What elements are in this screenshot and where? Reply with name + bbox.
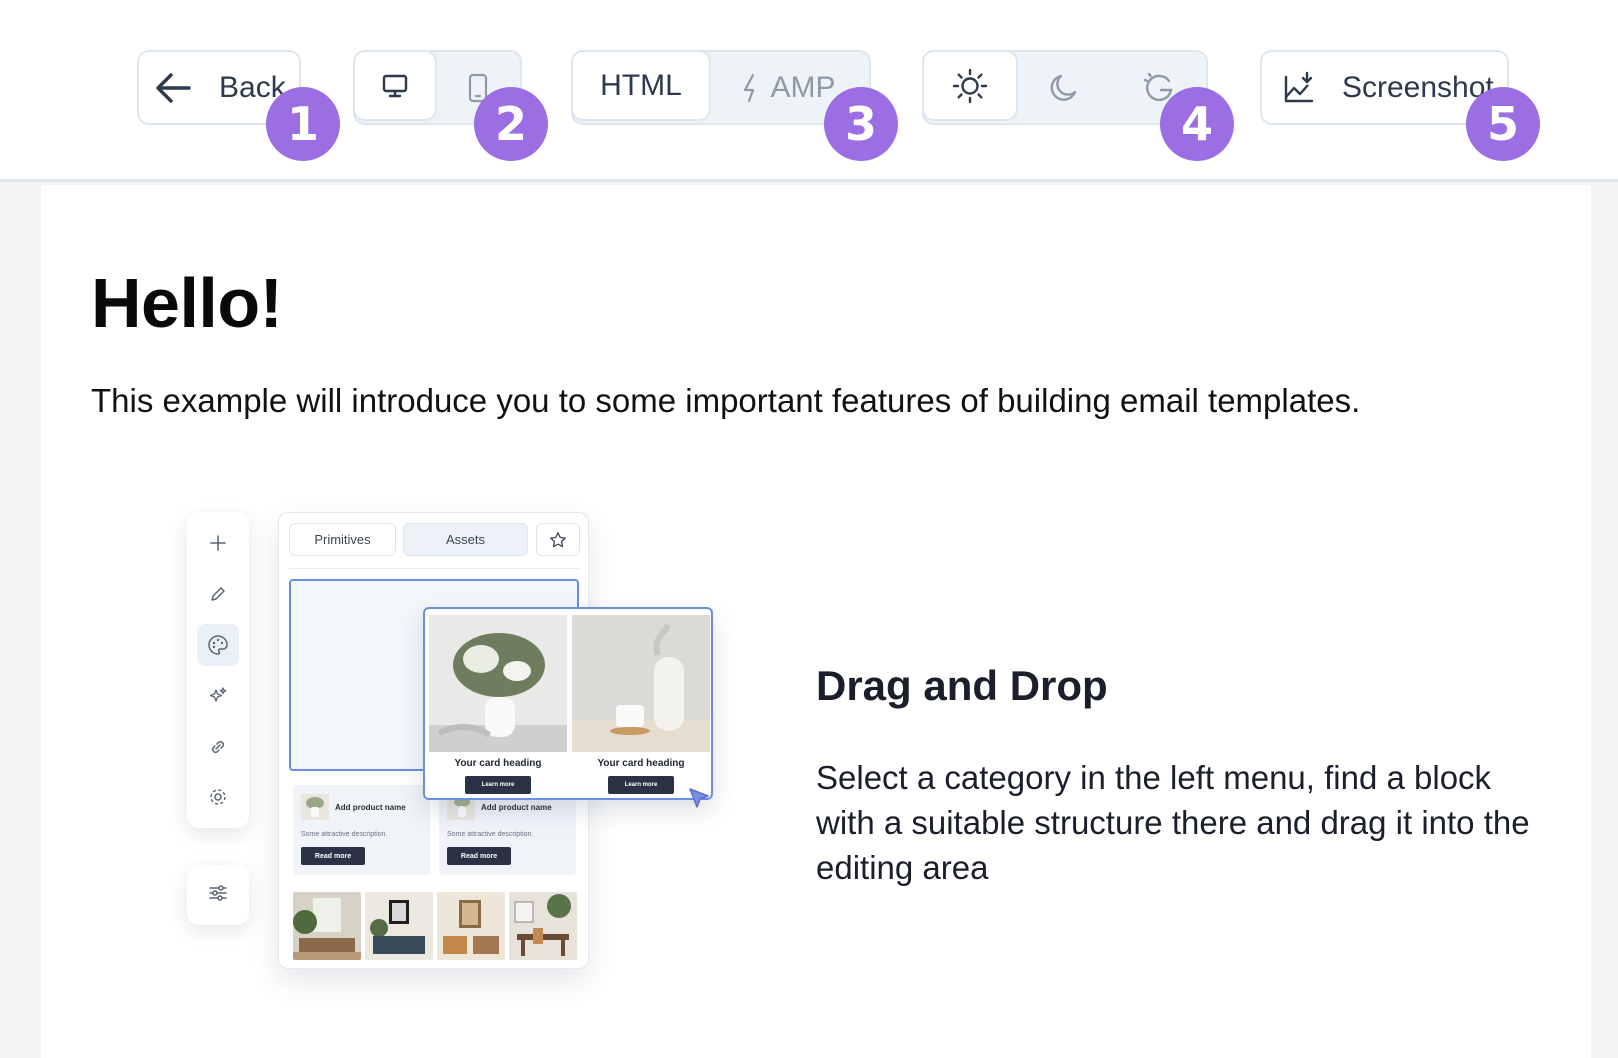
card-image xyxy=(572,615,710,752)
page-title: Hello! xyxy=(91,264,283,342)
callout-badge-4: 4 xyxy=(1160,87,1234,161)
plus-icon xyxy=(197,522,239,564)
product-description: Some attractive description. xyxy=(447,831,534,838)
screenshot-label: Screenshot xyxy=(1342,70,1494,104)
panel-divider xyxy=(289,568,579,569)
card-heading: Your card heading xyxy=(597,758,685,769)
cursor-icon xyxy=(687,786,713,817)
lightning-icon xyxy=(742,73,760,103)
read-more-button: Read more xyxy=(301,847,365,865)
product-description: Some attractive description. xyxy=(301,831,388,838)
tab-assets: Assets xyxy=(403,523,528,556)
dark-theme-button[interactable] xyxy=(1016,52,1111,123)
html-format-button[interactable]: HTML xyxy=(571,50,711,121)
card: Your card heading Learn more xyxy=(429,615,567,794)
product-block: Add product name Some attractive descrip… xyxy=(293,785,430,875)
email-preview-canvas: Hello! This example will introduce you t… xyxy=(41,185,1591,1058)
editor-side-rail xyxy=(187,512,249,828)
product-name: Add product name xyxy=(335,803,406,812)
read-more-button: Read more xyxy=(447,847,511,865)
dragged-card-block: Your card heading Learn more Your card h… xyxy=(423,607,713,800)
callout-badge-5: 5 xyxy=(1466,87,1540,161)
sparkles-icon xyxy=(197,675,239,717)
html-label: HTML xyxy=(600,68,682,102)
palette-icon xyxy=(197,624,239,666)
editor-filter-button xyxy=(187,865,249,925)
pencil-icon xyxy=(197,573,239,615)
preview-toolbar: Back 1 2 HTML AMP 3 4 Screenshot 5 xyxy=(0,0,1618,182)
product-name: Add product name xyxy=(481,803,552,812)
product-thumbnail xyxy=(301,794,329,820)
interior-photo xyxy=(437,892,505,960)
callout-badge-3: 3 xyxy=(824,87,898,161)
amp-label: AMP xyxy=(770,70,836,104)
interior-photo xyxy=(293,892,361,960)
feature-title: Drag and Drop xyxy=(816,662,1108,709)
card-image xyxy=(429,615,567,752)
card: Your card heading Learn more xyxy=(572,615,710,794)
sliders-icon xyxy=(207,883,229,908)
star-icon xyxy=(536,523,580,556)
learn-more-button: Learn more xyxy=(465,776,531,794)
interior-photo xyxy=(365,892,433,960)
desktop-icon xyxy=(381,73,409,99)
link-icon xyxy=(197,726,239,768)
interior-photo xyxy=(509,892,577,960)
callout-badge-2: 2 xyxy=(474,87,548,161)
arrow-left-icon xyxy=(153,70,193,106)
callout-badge-1: 1 xyxy=(266,87,340,161)
sun-icon xyxy=(951,67,989,105)
feature-description: Select a category in the left menu, find… xyxy=(816,759,1530,886)
intro-text: This example will introduce you to some … xyxy=(91,382,1361,419)
learn-more-button: Learn more xyxy=(608,776,674,794)
light-theme-button[interactable] xyxy=(922,50,1018,121)
moon-icon xyxy=(1046,70,1082,106)
settings-icon xyxy=(197,776,239,818)
desktop-view-button[interactable] xyxy=(353,50,437,121)
card-heading: Your card heading xyxy=(454,758,542,769)
image-download-icon xyxy=(1282,71,1316,105)
tab-primitives: Primitives xyxy=(289,523,396,556)
